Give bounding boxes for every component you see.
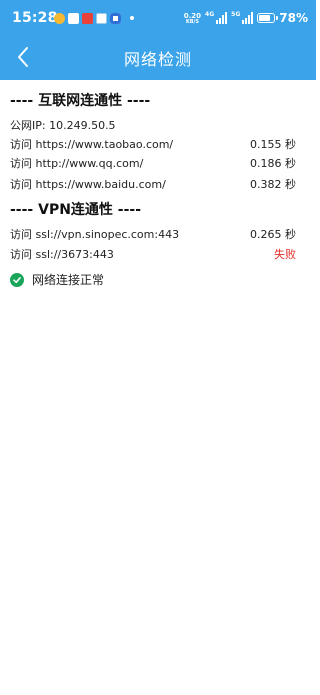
status-bar: 15:28 0.20 KB/S 4G 5G 78% (0, 0, 316, 36)
signal-label: 4G (205, 11, 215, 18)
network-speed: 0.20 KB/S (184, 12, 201, 25)
notification-icons (54, 11, 134, 25)
signal-bar (245, 18, 248, 24)
app-notification-icon (96, 12, 107, 24)
internet-section-title: ---- 互联网连通性 ---- (10, 93, 151, 109)
app-notification-icon (68, 12, 79, 24)
app-notification-icon (110, 12, 121, 24)
test-row: 访问 https://www.taobao.com/ 0.155 秒 (10, 136, 296, 152)
test-row: 访问 http://www.qq.com/ 0.186 秒 (10, 155, 296, 171)
battery-level: 78% (279, 11, 308, 25)
test-target: 访问 https://www.taobao.com/ (10, 138, 174, 151)
test-result: 0.186 秒 (250, 157, 296, 170)
nav-bar: 网络检测 (0, 36, 316, 80)
signal-bar (242, 20, 245, 24)
overall-status-text: 网络连接正常 (32, 273, 105, 287)
signal-bar (225, 12, 228, 24)
test-row: 访问 ssl://vpn.sinopec.com:443 0.265 秒 (10, 226, 296, 242)
status-time: 15:28 (12, 10, 58, 26)
test-result: 0.155 秒 (250, 138, 296, 151)
battery-tip (276, 16, 279, 20)
vpn-section-title: ---- VPN连通性 ---- (10, 202, 142, 218)
test-target: 访问 http://www.qq.com/ (10, 157, 144, 170)
public-ip: 公网IP: 10.249.50.5 (10, 119, 116, 132)
overall-status: 网络连接正常 (10, 271, 104, 288)
status-indicators: 0.20 KB/S 4G 5G 78% (184, 9, 308, 27)
signal-icon: 4G (205, 11, 228, 24)
app-notification-icon (54, 12, 65, 24)
test-target: 访问 ssl://vpn.sinopec.com:443 (10, 228, 180, 241)
battery-fill (259, 15, 270, 21)
test-target: 访问 ssl://3673:443 (10, 248, 114, 261)
public-ip-row: 公网IP: 10.249.50.5 (10, 117, 296, 133)
page-title: 网络检测 (123, 50, 192, 69)
signal-bar (248, 15, 251, 24)
test-result: 0.265 秒 (250, 228, 296, 241)
network-speed-unit: KB/S (185, 18, 199, 25)
test-row: 访问 ssl://3673:443 失败 (10, 246, 296, 262)
signal-bar (251, 12, 254, 24)
signal-label: 5G (231, 11, 241, 18)
test-result-failed: 失败 (274, 248, 296, 261)
app-header: 15:28 0.20 KB/S 4G 5G 78% 网络检测 (0, 0, 316, 80)
app-notification-icon (82, 12, 93, 24)
signal-bar (219, 18, 222, 24)
checkmark-icon (13, 276, 21, 283)
more-notifications-icon (130, 16, 134, 20)
signal-bar (222, 15, 225, 24)
test-target: 访问 https://www.baidu.com/ (10, 178, 166, 191)
test-result: 0.382 秒 (250, 178, 296, 191)
signal-icon: 5G (231, 11, 254, 24)
check-circle-icon (10, 272, 24, 287)
battery-icon (257, 13, 279, 23)
signal-bar (216, 20, 219, 24)
test-row: 访问 https://www.baidu.com/ 0.382 秒 (10, 176, 296, 192)
